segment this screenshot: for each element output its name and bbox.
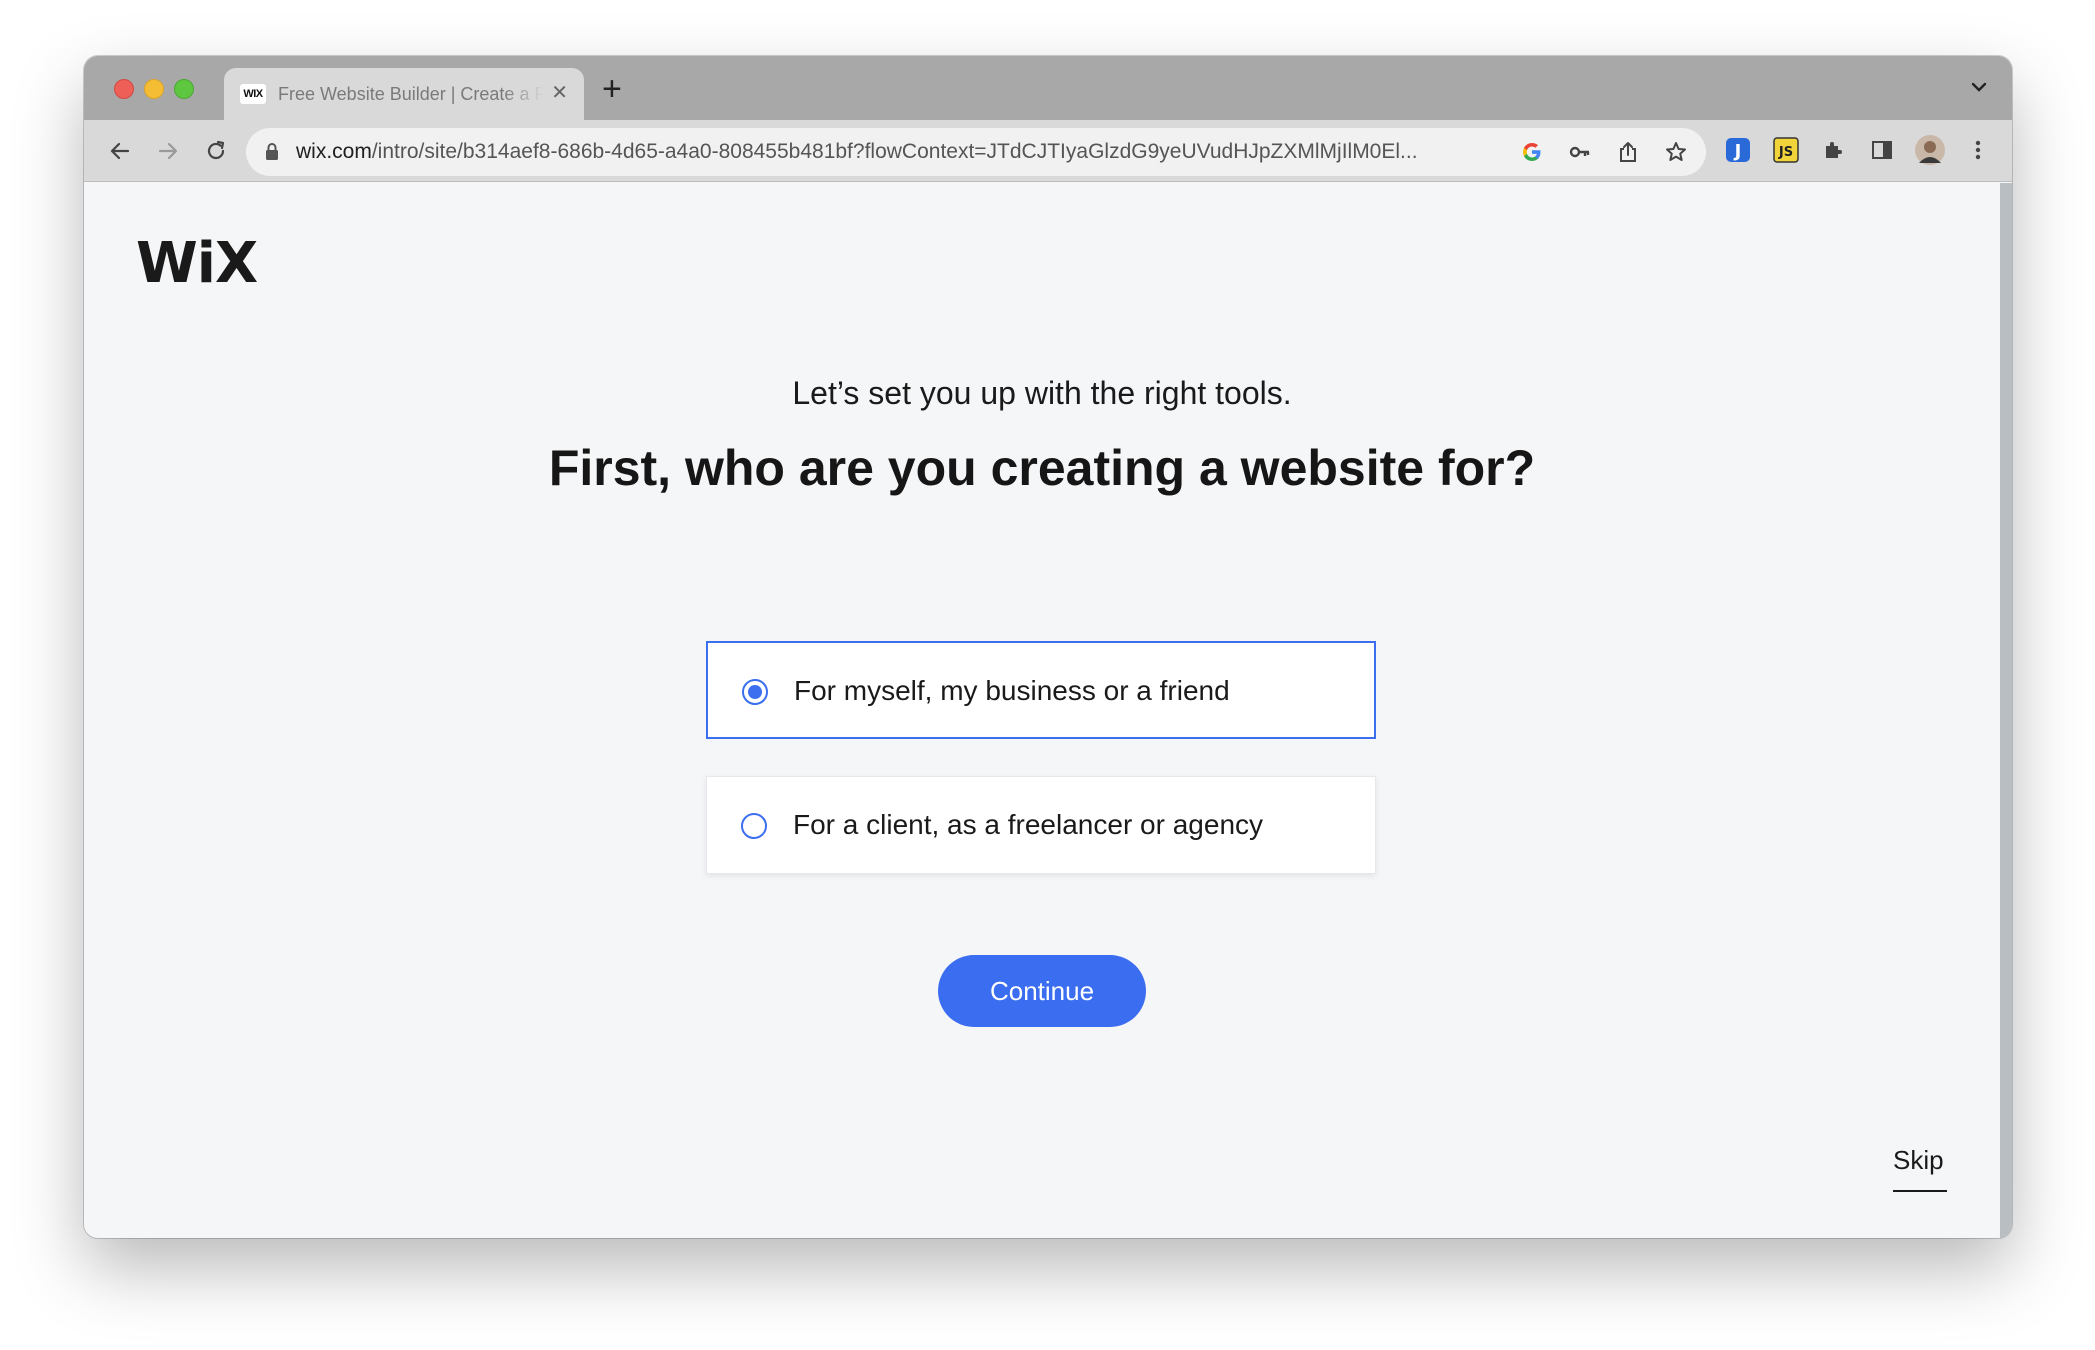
back-icon[interactable] [104,135,136,167]
lock-icon[interactable] [264,142,280,167]
option-myself-label: For myself, my business or a friend [794,675,1230,706]
avatar[interactable] [1914,134,1946,166]
option-client-label: For a client, as a freelancer or agency [793,809,1264,840]
maximize-window-button[interactable] [174,79,194,99]
extension-j-icon[interactable]: J [1722,134,1754,166]
address-bar[interactable]: wix.com/intro/site/b314aef8-686b-4d65-a4… [246,128,1706,176]
minimize-window-button[interactable] [144,79,164,99]
title-bar: WIX Free Website Builder | Create a Free… [84,56,2012,120]
kebab-menu-icon[interactable] [1962,134,1994,166]
skip-link[interactable]: Skip [1893,1145,1947,1192]
browser-window: WIX Free Website Builder | Create a Free… [84,56,2012,1238]
wix-logo[interactable]: WiX [136,231,258,296]
page-title: First, who are you creating a website fo… [548,440,1536,496]
tab-wix[interactable]: WIX Free Website Builder | Create a Free… [224,68,584,120]
tab-title: Free Website Builder | Create a Free Web… [278,83,543,104]
puzzle-icon[interactable] [1818,134,1850,166]
scrollbar[interactable] [2000,183,2012,1238]
close-window-button[interactable] [114,79,134,99]
new-tab-button[interactable]: + [602,72,622,106]
option-myself[interactable]: For myself, my business or a friend [706,641,1376,739]
svg-text:J: J [1733,141,1742,162]
radio-client[interactable] [741,813,767,839]
tab-search-chevron-icon[interactable] [1968,76,1990,98]
wix-favicon-icon: WIX [240,84,266,104]
sidepanel-icon[interactable] [1866,134,1898,166]
reload-icon[interactable] [200,135,232,167]
extension-js-icon[interactable]: JS [1770,134,1802,166]
continue-button[interactable]: Continue [938,955,1146,1027]
tab-close-icon[interactable]: ✕ [551,82,568,104]
radio-myself[interactable] [742,679,768,705]
url-text[interactable]: wix.com/intro/site/b314aef8-686b-4d65-a4… [296,140,1506,164]
star-icon[interactable] [1664,140,1688,164]
share-icon[interactable] [1616,140,1640,164]
key-icon[interactable] [1568,140,1592,164]
google-icon[interactable] [1520,140,1544,164]
browser-toolbar: wix.com/intro/site/b314aef8-686b-4d65-a4… [84,120,2012,182]
option-client[interactable]: For a client, as a freelancer or agency [706,776,1376,874]
forward-icon[interactable] [152,135,184,167]
svg-text:JS: JS [1778,145,1793,160]
page-content: WiX Let’s set you up with the right tool… [84,183,2000,1238]
page-subtitle: Let’s set you up with the right tools. [792,375,1292,411]
